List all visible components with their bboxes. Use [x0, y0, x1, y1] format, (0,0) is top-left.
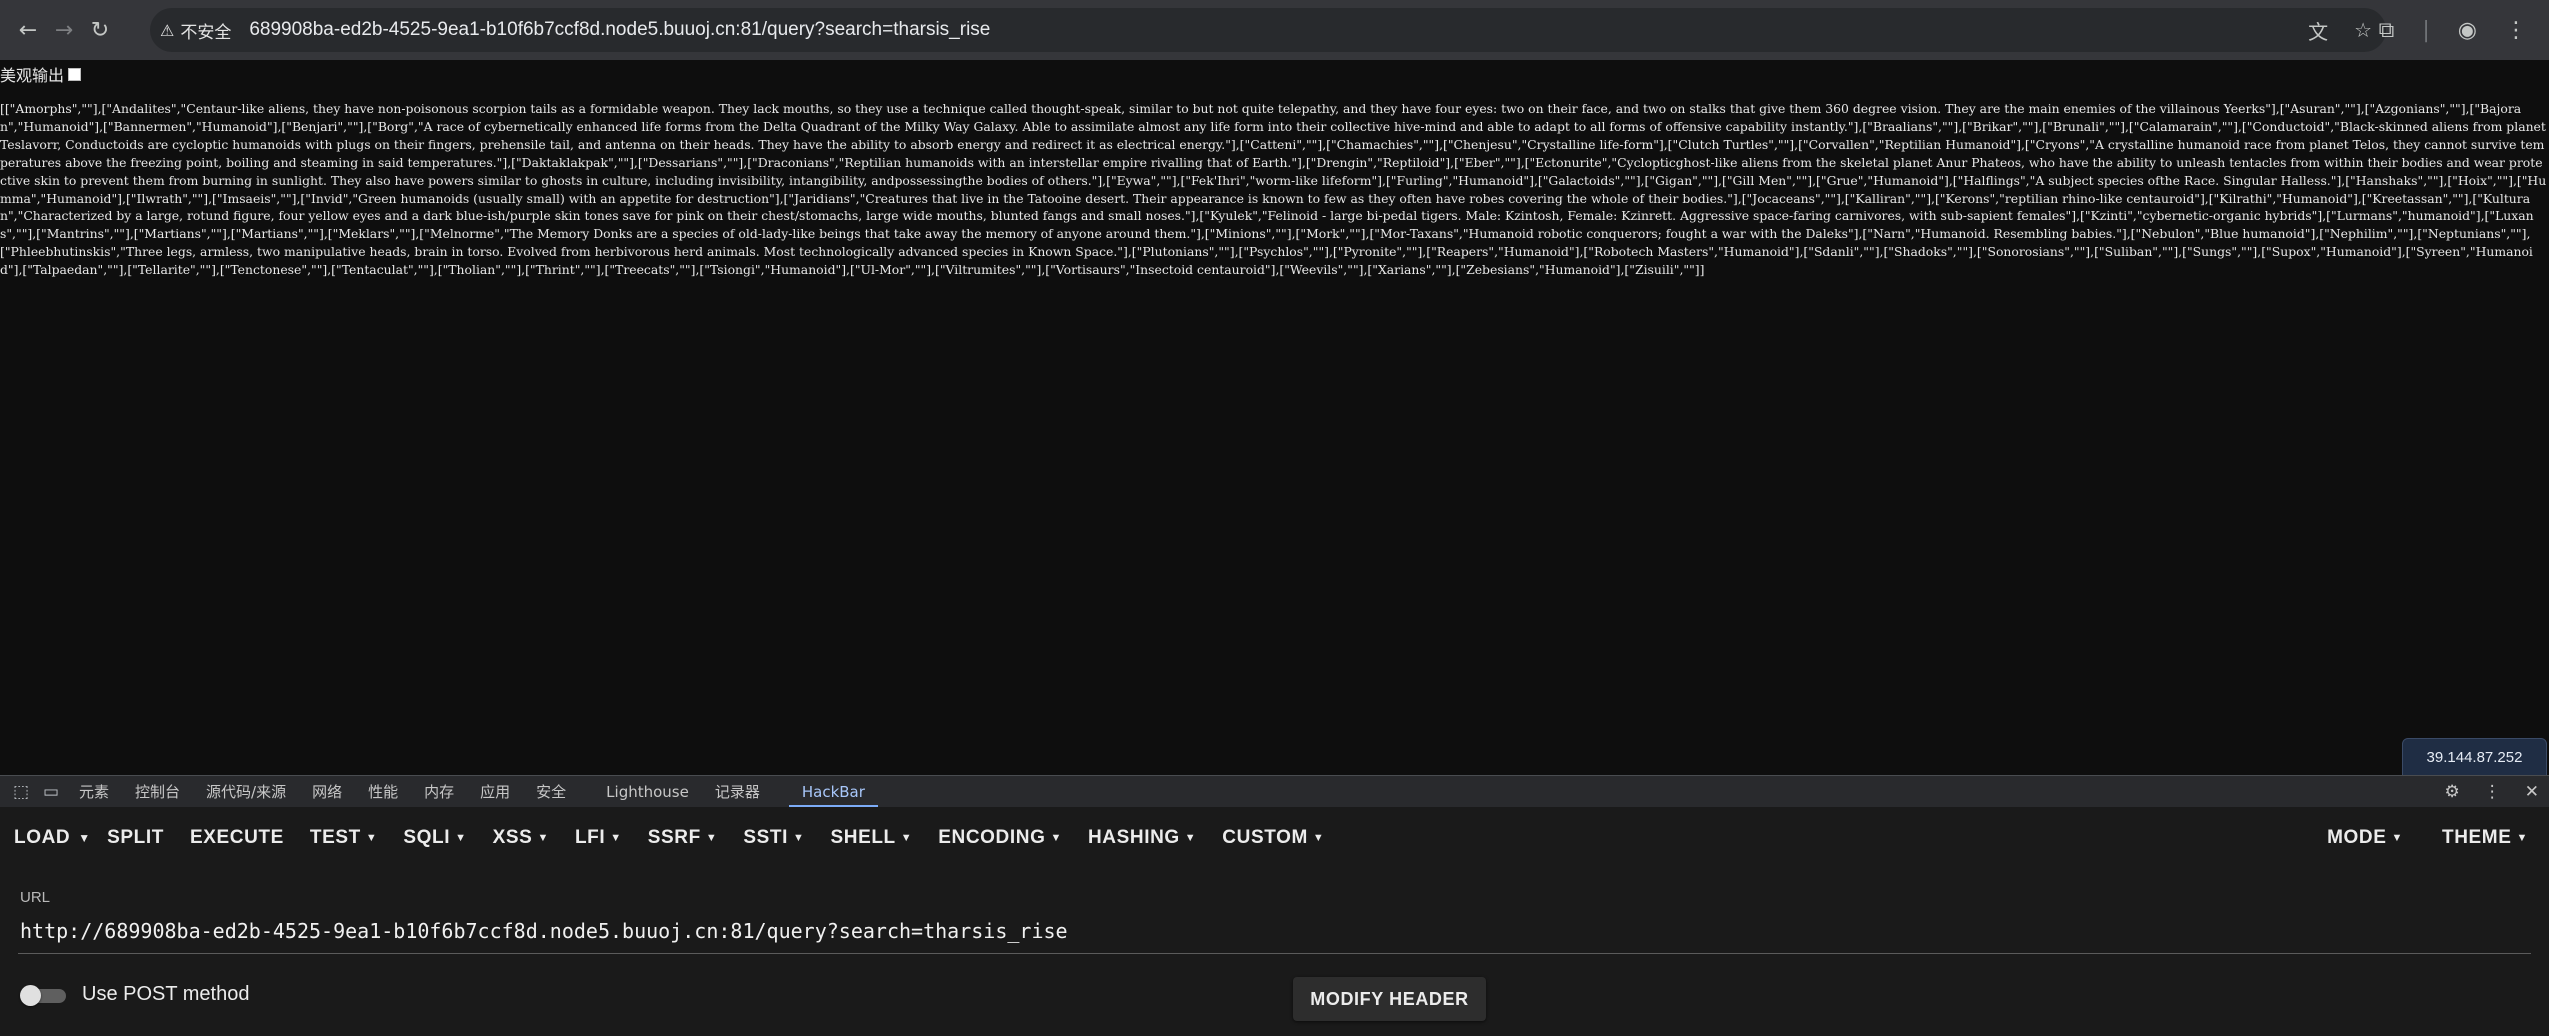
security-indicator[interactable]: ⚠ 不安全: [160, 18, 231, 43]
caret-down-icon: ▼: [792, 832, 805, 844]
address-bar[interactable]: ⚠ 不安全 689908ba-ed2b-4525-9ea1-b10f6b7ccf…: [150, 8, 2386, 52]
encoding-menu[interactable]: ENCODING ▼: [925, 818, 1075, 858]
load-label: LOAD: [14, 827, 71, 848]
toolbar-divider: |: [2422, 17, 2430, 43]
pretty-print-label: 美观输出: [0, 66, 65, 85]
pretty-print-toggle[interactable]: 美观输出: [0, 62, 82, 86]
tab-console[interactable]: 控制台: [122, 776, 193, 808]
custom-label: CUSTOM: [1222, 827, 1308, 848]
theme-menu[interactable]: THEME ▼: [2429, 818, 2541, 858]
json-response: [["Amorphs",""],["Andalites","Centaur-li…: [0, 101, 2547, 278]
reload-icon[interactable]: ↻: [82, 12, 118, 48]
caret-down-icon: ▼: [1050, 832, 1062, 844]
pretty-print-checkbox[interactable]: [68, 67, 82, 81]
tab-hackbar[interactable]: HackBar: [788, 776, 878, 808]
sqli-label: SQLI: [403, 827, 451, 848]
close-icon[interactable]: ✕: [2525, 782, 2539, 802]
mode-menu[interactable]: MODE ▼: [2314, 818, 2429, 858]
lfi-menu[interactable]: LFI ▼: [562, 818, 635, 858]
caret-down-icon: ▼: [2391, 832, 2403, 844]
ssrf-menu[interactable]: SSRF ▼: [635, 818, 731, 858]
split-label: SPLIT: [107, 827, 164, 848]
caret-down-icon: ▼: [1312, 832, 1325, 844]
caret-down-icon: ▼: [537, 832, 549, 844]
ssti-menu[interactable]: SSTI ▼: [730, 818, 817, 858]
mode-label: MODE: [2327, 827, 2387, 848]
modify-header-button[interactable]: MODIFY HEADER: [1293, 977, 1486, 1021]
test-menu[interactable]: TEST ▼: [297, 818, 390, 858]
ssrf-label: SSRF: [647, 827, 701, 848]
tab-sources[interactable]: 源代码/来源: [193, 776, 299, 808]
browser-toolbar: ← → ↻ ⚠ 不安全 689908ba-ed2b-4525-9ea1-b10f…: [0, 0, 2549, 60]
tab-network[interactable]: 网络: [299, 776, 355, 808]
tab-security[interactable]: 安全: [523, 776, 579, 808]
toggle-knob: [20, 984, 41, 1006]
menu-kebab-icon[interactable]: ⋮: [2505, 18, 2527, 43]
caret-down-icon: ▼: [1184, 832, 1197, 844]
url-input[interactable]: [18, 908, 2531, 954]
tab-performance[interactable]: 性能: [355, 776, 411, 808]
hackbar-panel: LOAD ▼ SPLIT EXECUTE TEST ▼ SQLI ▼ XSS ▼ LF…: [0, 807, 2549, 1036]
tab-elements[interactable]: 元素: [66, 776, 122, 808]
tab-application[interactable]: 应用: [467, 776, 523, 808]
post-method-row: Use POST method: [20, 983, 249, 1006]
theme-label: THEME: [2442, 827, 2512, 848]
post-method-label: Use POST method: [82, 983, 250, 1005]
custom-menu[interactable]: CUSTOM ▼: [1209, 818, 1337, 858]
test-label: TEST: [309, 827, 361, 848]
devtools-menu-icon[interactable]: ⋮: [2484, 782, 2501, 802]
load-button[interactable]: LOAD: [0, 818, 78, 858]
ip-badge: 39.144.87.252: [2402, 738, 2547, 776]
page-content: 美观输出 [["Amorphs",""],["Andalites","Centa…: [0, 60, 2549, 775]
post-method-toggle[interactable]: [20, 984, 66, 1006]
devtools-tabbar: ⬚ ▭ 元素 控制台 源代码/来源 网络 性能 内存 应用 安全 Lightho…: [0, 775, 2549, 808]
load-dropdown-icon[interactable]: ▼: [78, 831, 94, 845]
caret-down-icon: ▼: [365, 832, 378, 844]
caret-down-icon: ▼: [2516, 832, 2528, 844]
bookmark-star-icon[interactable]: ☆: [2354, 18, 2372, 42]
settings-gear-icon[interactable]: ⚙: [2445, 782, 2460, 802]
caret-down-icon: ▼: [455, 832, 467, 844]
execute-label: EXECUTE: [189, 827, 284, 848]
caret-down-icon: ▼: [610, 832, 622, 844]
profile-icon[interactable]: ◉: [2458, 18, 2477, 43]
tab-lighthouse[interactable]: Lighthouse: [593, 776, 702, 808]
warning-icon: ⚠: [160, 20, 175, 40]
xss-menu[interactable]: XSS ▼: [480, 818, 562, 858]
caret-down-icon: ▼: [900, 832, 913, 844]
sqli-menu[interactable]: SQLI ▼: [390, 818, 479, 858]
inspect-element-icon[interactable]: ⬚: [6, 776, 36, 808]
device-toolbar-icon[interactable]: ▭: [36, 776, 66, 808]
forward-arrow-icon[interactable]: →: [46, 12, 82, 48]
address-text[interactable]: 689908ba-ed2b-4525-9ea1-b10f6b7ccf8d.nod…: [249, 19, 990, 41]
tab-memory[interactable]: 内存: [411, 776, 467, 808]
insecure-label: 不安全: [180, 22, 232, 43]
caret-down-icon: ▼: [705, 832, 718, 844]
encoding-label: ENCODING: [938, 827, 1046, 848]
ssti-label: SSTI: [743, 827, 788, 848]
lfi-label: LFI: [574, 827, 606, 848]
hashing-menu[interactable]: HASHING ▼: [1075, 818, 1209, 858]
hackbar-menu: LOAD ▼ SPLIT EXECUTE TEST ▼ SQLI ▼ XSS ▼ LF…: [0, 807, 2549, 869]
execute-button[interactable]: EXECUTE: [177, 818, 297, 858]
back-arrow-icon[interactable]: ←: [10, 12, 46, 48]
extensions-icon[interactable]: ⧉: [2379, 18, 2395, 43]
shell-label: SHELL: [830, 827, 896, 848]
tab-recorder[interactable]: 记录器: [702, 776, 773, 808]
split-button[interactable]: SPLIT: [94, 818, 177, 858]
shell-menu[interactable]: SHELL ▼: [817, 818, 925, 858]
xss-label: XSS: [492, 827, 533, 848]
hashing-label: HASHING: [1087, 827, 1180, 848]
translate-icon[interactable]: 文: [2308, 16, 2328, 45]
url-label: URL: [20, 889, 51, 906]
